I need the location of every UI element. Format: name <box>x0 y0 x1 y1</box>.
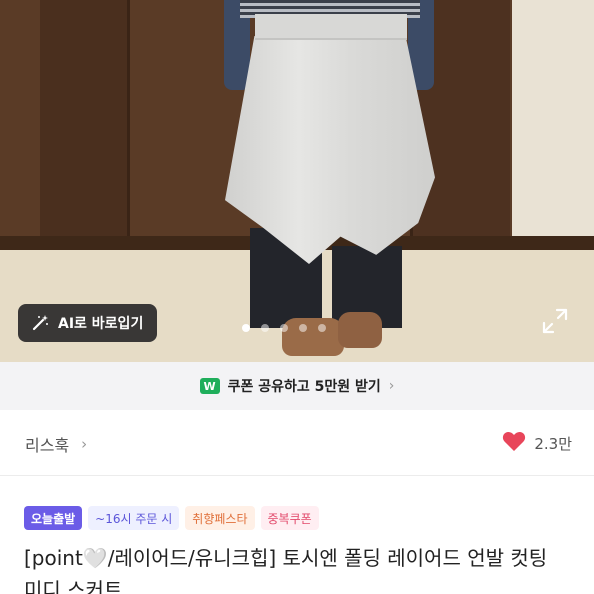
photo-door-left <box>40 0 130 250</box>
magic-wand-icon <box>30 313 50 333</box>
badge-duplicate-coupon: 중복쿠폰 <box>260 506 319 530</box>
photo-boot-right <box>338 312 382 348</box>
carousel-dot[interactable] <box>242 324 250 332</box>
coupon-share-text: 쿠폰 공유하고 5만원 받기 <box>227 379 381 395</box>
product-photo[interactable]: AI로 바로입기 <box>0 0 594 362</box>
product-title: [point🤍/레이어드/유니크힙] 토시엔 폴딩 레이어드 언발 컷팅 미디 … <box>24 546 548 594</box>
chevron-right-icon: › <box>388 378 395 394</box>
seller-row: 리스훅 › 2.3만 <box>0 410 594 476</box>
coupon-share-banner[interactable]: W 쿠폰 공유하고 5만원 받기 › <box>0 362 594 410</box>
carousel-dot[interactable] <box>318 324 326 332</box>
carousel-dot[interactable] <box>299 324 307 332</box>
carousel-dot[interactable] <box>261 324 269 332</box>
carousel-indicator <box>242 324 326 332</box>
photo-wall-light <box>512 0 594 240</box>
chevron-right-icon: › <box>81 435 88 453</box>
ai-try-on-label: AI로 바로입기 <box>58 316 144 332</box>
coupon-w-icon: W <box>199 378 220 394</box>
product-badges: 오늘출발 ~16시 주문 시 취향페스타 중복쿠폰 <box>24 506 319 530</box>
photo-skirt-band <box>255 14 407 40</box>
like-button[interactable]: 2.3만 <box>502 430 572 456</box>
like-count: 2.3만 <box>534 434 572 453</box>
carousel-dot[interactable] <box>280 324 288 332</box>
seller-link[interactable]: 리스훅 › <box>25 432 87 456</box>
badge-order-cutoff: ~16시 주문 시 <box>88 506 180 530</box>
seller-name: 리스훅 <box>25 436 70 455</box>
badge-today-shipping: 오늘출발 <box>24 506 83 530</box>
heart-icon <box>502 430 526 456</box>
ai-try-on-button[interactable]: AI로 바로입기 <box>18 304 158 342</box>
badge-taste-festa: 취향페스타 <box>185 506 255 530</box>
expand-icon[interactable] <box>540 306 570 336</box>
